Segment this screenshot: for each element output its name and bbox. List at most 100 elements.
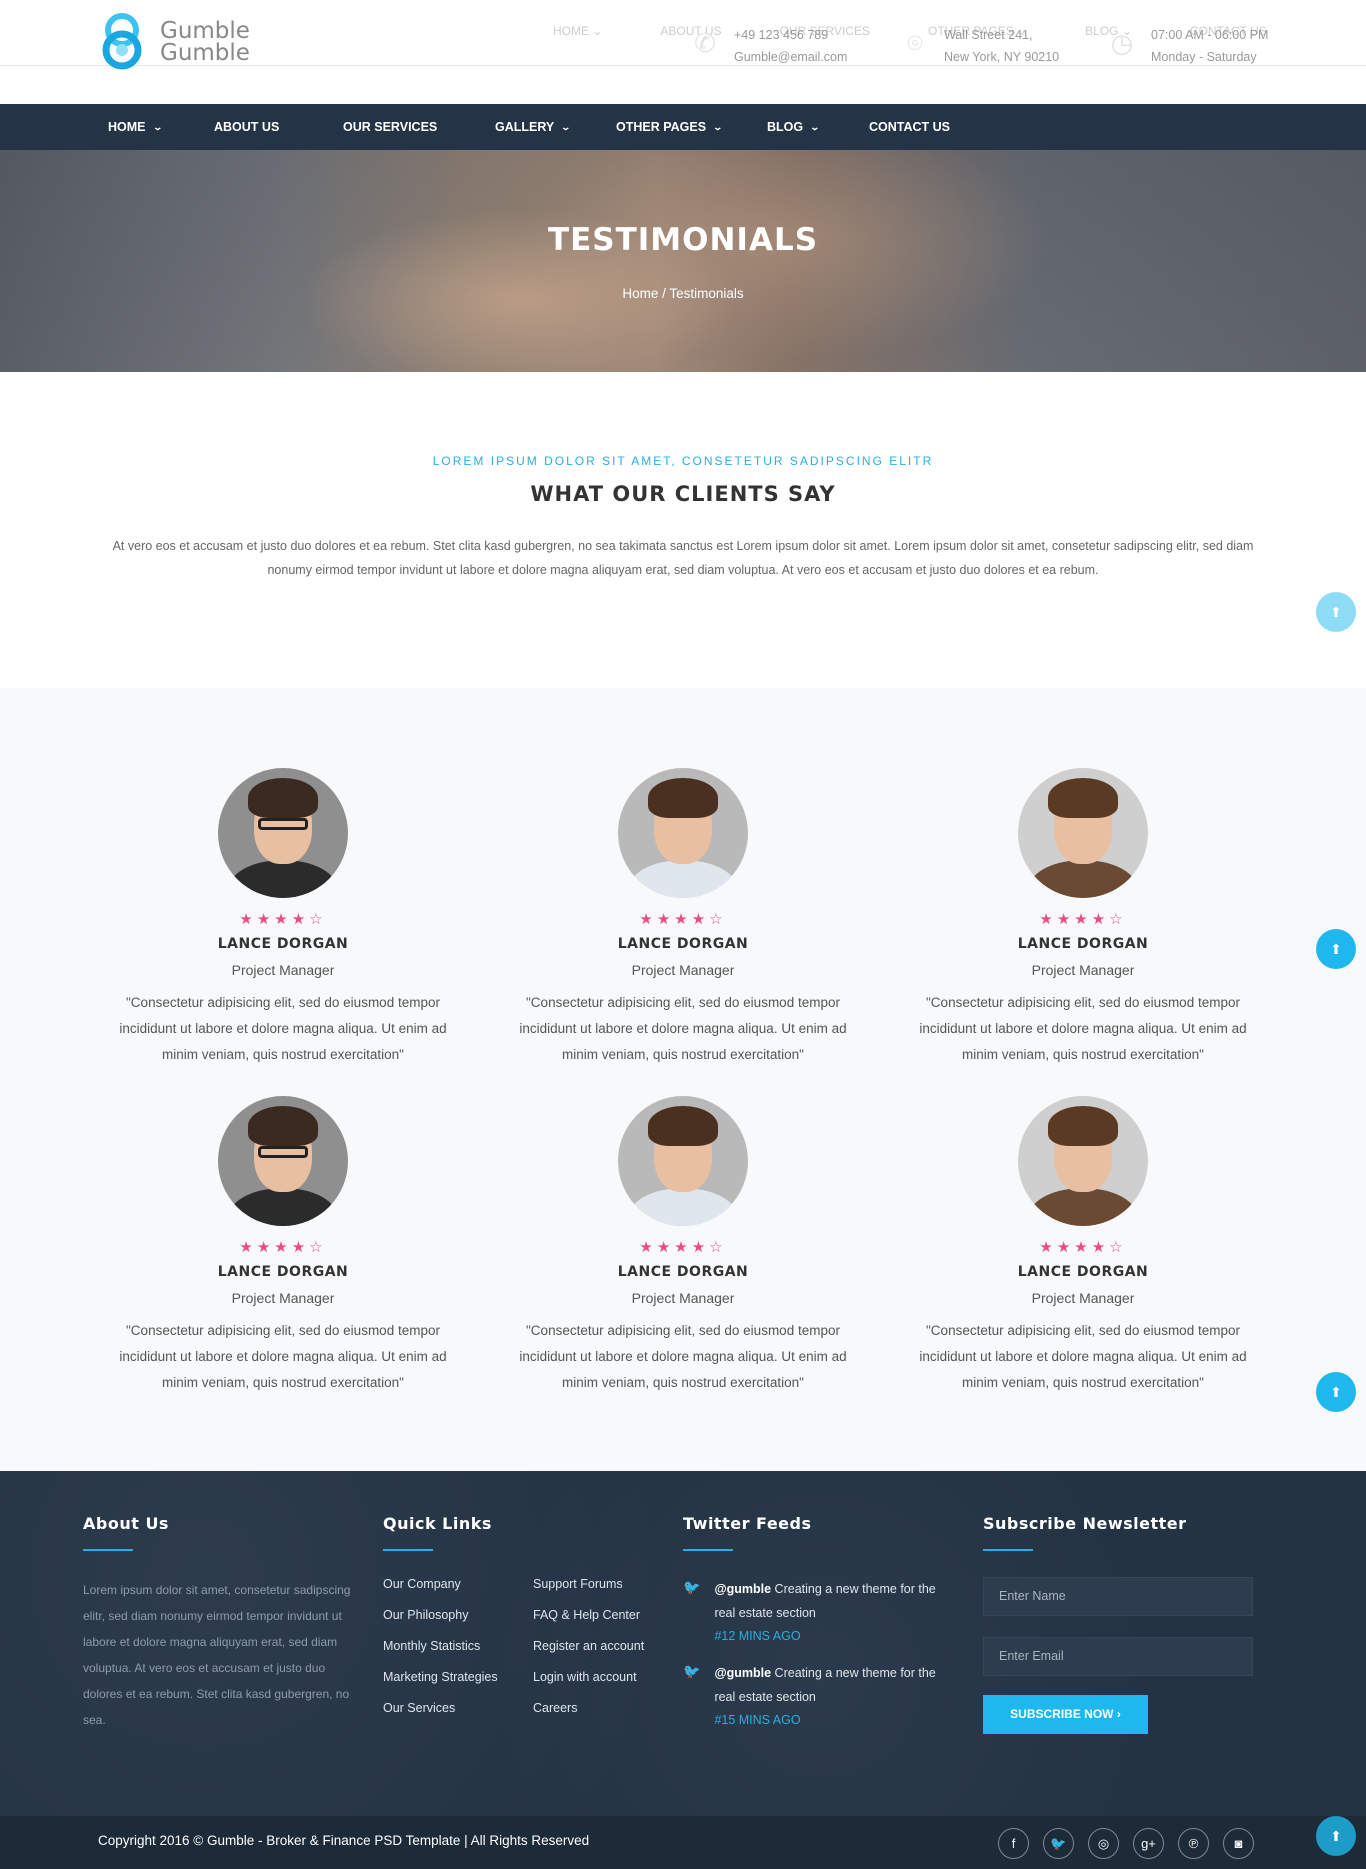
footer-link[interactable]: Monthly Statistics — [383, 1639, 533, 1653]
footer-link[interactable]: Support Forums — [533, 1577, 683, 1591]
heading-underline — [683, 1549, 733, 1551]
footer-newsletter: Subscribe Newsletter Enter Name Enter Em… — [983, 1514, 1283, 1734]
newsletter-name-input[interactable]: Enter Name — [983, 1577, 1253, 1616]
footer-link[interactable]: Our Services — [383, 1701, 533, 1715]
contact-phone: ✆ +49 123 456 789 Gumble@email.com — [690, 28, 847, 72]
star-rating: ★★★★☆ — [639, 911, 727, 928]
google-plus-icon[interactable]: g+ — [1133, 1828, 1164, 1859]
logo-line-1: Gumble — [160, 18, 250, 44]
client-role: Project Manager — [1031, 962, 1135, 978]
instagram-icon[interactable]: ◙ — [1223, 1828, 1254, 1859]
footer-link[interactable]: Our Philosophy — [383, 1608, 533, 1622]
nav-contact[interactable]: CONTACT US — [869, 120, 950, 134]
section-title: WHAT OUR CLIENTS SAY — [530, 482, 836, 506]
contact-hours-days: Monday - Saturday — [1151, 50, 1257, 64]
footer-link[interactable]: Our Company — [383, 1577, 533, 1591]
facebook-icon[interactable]: f — [998, 1828, 1029, 1859]
testimonial-card: ★★★★☆ LANCE DORGAN Project Manager "Consect… — [483, 1096, 883, 1396]
client-role: Project Manager — [631, 1290, 735, 1306]
logo-text: Gumble Gumble — [160, 18, 250, 66]
contact-email: Gumble@email.com — [734, 50, 848, 64]
footer-twitter: Twitter Feeds 🐦 @gumble Creating a new t… — [683, 1514, 983, 1734]
scroll-to-top-button[interactable]: ⬆ — [1316, 1372, 1356, 1412]
avatar — [218, 1096, 348, 1226]
nav-label: OTHER PAGES — [616, 120, 707, 134]
arrow-up-icon: ⬆ — [1330, 1384, 1342, 1400]
scroll-to-top-button[interactable]: ⬆ — [1316, 592, 1356, 632]
newsletter-email-input[interactable]: Enter Email — [983, 1637, 1253, 1676]
scroll-to-top-button[interactable]: ⬆ — [1316, 1816, 1356, 1856]
nav-about[interactable]: ABOUT US — [214, 120, 343, 134]
testimonial-card: ★★★★☆ LANCE DORGAN Project Manager "Consect… — [83, 768, 483, 1068]
nav-blog[interactable]: BLOG ⌄ — [767, 120, 869, 134]
nav-gallery[interactable]: GALLERY ⌄ — [495, 120, 616, 134]
avatar — [618, 768, 748, 898]
tweet-handle[interactable]: @gumble — [714, 1582, 771, 1596]
avatar — [1018, 768, 1148, 898]
testimonials-section: ★★★★☆ LANCE DORGAN Project Manager "Consect… — [0, 688, 1366, 1471]
footer-quick-links: Quick Links Our Company Support Forums O… — [383, 1514, 683, 1734]
client-name: LANCE DORGAN — [617, 936, 749, 952]
nav-other-pages[interactable]: OTHER PAGES ⌄ — [616, 120, 767, 134]
tweet-time[interactable]: #15 MINS AGO — [714, 1713, 943, 1727]
nav-label: CONTACT US — [869, 120, 951, 134]
testimonial-card: ★★★★☆ LANCE DORGAN Project Manager "Consect… — [483, 768, 883, 1068]
intro-section: LOREM IPSUM DOLOR SIT AMET, CONSETETUR S… — [0, 372, 1366, 688]
nav-services[interactable]: OUR SERVICES — [343, 120, 495, 134]
heading-underline — [983, 1549, 1033, 1551]
footer-link[interactable]: Marketing Strategies — [383, 1670, 533, 1684]
chevron-down-icon: ⌄ — [712, 121, 724, 132]
page-hero: TESTIMONIALS Home / Testimonials — [0, 150, 1366, 372]
subscribe-button[interactable]: SUBSCRIBE NOW › — [983, 1695, 1148, 1734]
nav-label: HOME — [108, 120, 146, 134]
arrow-up-icon: ⬆ — [1330, 941, 1342, 957]
footer-heading: Quick Links — [383, 1514, 492, 1533]
footer-about: About Us Lorem ipsum dolor sit amet, con… — [83, 1514, 383, 1734]
star-rating: ★★★★☆ — [239, 1239, 327, 1256]
star-rating: ★★★★☆ — [639, 1239, 727, 1256]
logo[interactable]: Gumble Gumble — [98, 10, 250, 74]
footer: About Us Lorem ipsum dolor sit amet, con… — [0, 1471, 1366, 1816]
client-role: Project Manager — [631, 962, 735, 978]
tweet-time[interactable]: #12 MINS AGO — [714, 1629, 943, 1643]
footer-link[interactable]: Careers — [533, 1701, 683, 1715]
section-kicker: LOREM IPSUM DOLOR SIT AMET, CONSETETUR S… — [432, 454, 934, 468]
nav-label: ABOUT US — [214, 120, 280, 134]
client-name: LANCE DORGAN — [1017, 1264, 1149, 1280]
client-name: LANCE DORGAN — [217, 1264, 349, 1280]
client-quote: "Consectetur adipisicing elit, sed do ei… — [519, 995, 847, 1062]
social-links: f 🐦 ◎ g+ ℗ ◙ — [998, 1828, 1254, 1859]
logo-line-2: Gumble — [160, 40, 250, 66]
map-pin-icon: ⌾ — [907, 28, 923, 58]
footer-about-text: Lorem ipsum dolor sit amet, consetetur s… — [83, 1583, 351, 1727]
footer-link[interactable]: Register an account — [533, 1639, 683, 1653]
client-quote: "Consectetur adipisicing elit, sed do ei… — [119, 995, 447, 1062]
tweet-handle[interactable]: @gumble — [714, 1666, 771, 1680]
avatar — [618, 1096, 748, 1226]
footer-heading: About Us — [83, 1514, 169, 1533]
nav-label: BLOG — [767, 120, 804, 134]
contact-hours-time: 07:00 AM - 06:00 PM — [1151, 28, 1269, 42]
footer-link[interactable]: Login with account — [533, 1670, 683, 1684]
dribbble-icon[interactable]: ◎ — [1088, 1828, 1119, 1859]
pinterest-icon[interactable]: ℗ — [1178, 1828, 1209, 1859]
testimonial-card: ★★★★☆ LANCE DORGAN Project Manager "Consect… — [883, 1096, 1283, 1396]
contact-address-line2: New York, NY 90210 — [944, 50, 1060, 64]
page-title: TESTIMONIALS — [547, 222, 819, 258]
tweet: 🐦 @gumble Creating a new theme for the r… — [683, 1661, 943, 1727]
twitter-icon[interactable]: 🐦 — [1043, 1828, 1074, 1859]
footer-link[interactable]: FAQ & Help Center — [533, 1608, 683, 1622]
client-name: LANCE DORGAN — [1017, 936, 1149, 952]
nav-label: OUR SERVICES — [343, 120, 438, 134]
chevron-down-icon: ⌄ — [560, 121, 572, 132]
client-role: Project Manager — [231, 1290, 335, 1306]
breadcrumb[interactable]: Home / Testimonials — [0, 286, 1366, 301]
star-rating: ★★★★☆ — [1039, 911, 1127, 928]
scroll-to-top-button[interactable]: ⬆ — [1316, 929, 1356, 969]
twitter-bird-icon: 🐦 — [683, 1579, 701, 1595]
clock-icon: ◷ — [1110, 28, 1134, 58]
nav-home[interactable]: HOME ⌄ — [108, 120, 214, 134]
star-rating: ★★★★☆ — [239, 911, 327, 928]
contact-phone-number: +49 123 456 789 — [734, 28, 829, 42]
tweet: 🐦 @gumble Creating a new theme for the r… — [683, 1577, 943, 1643]
